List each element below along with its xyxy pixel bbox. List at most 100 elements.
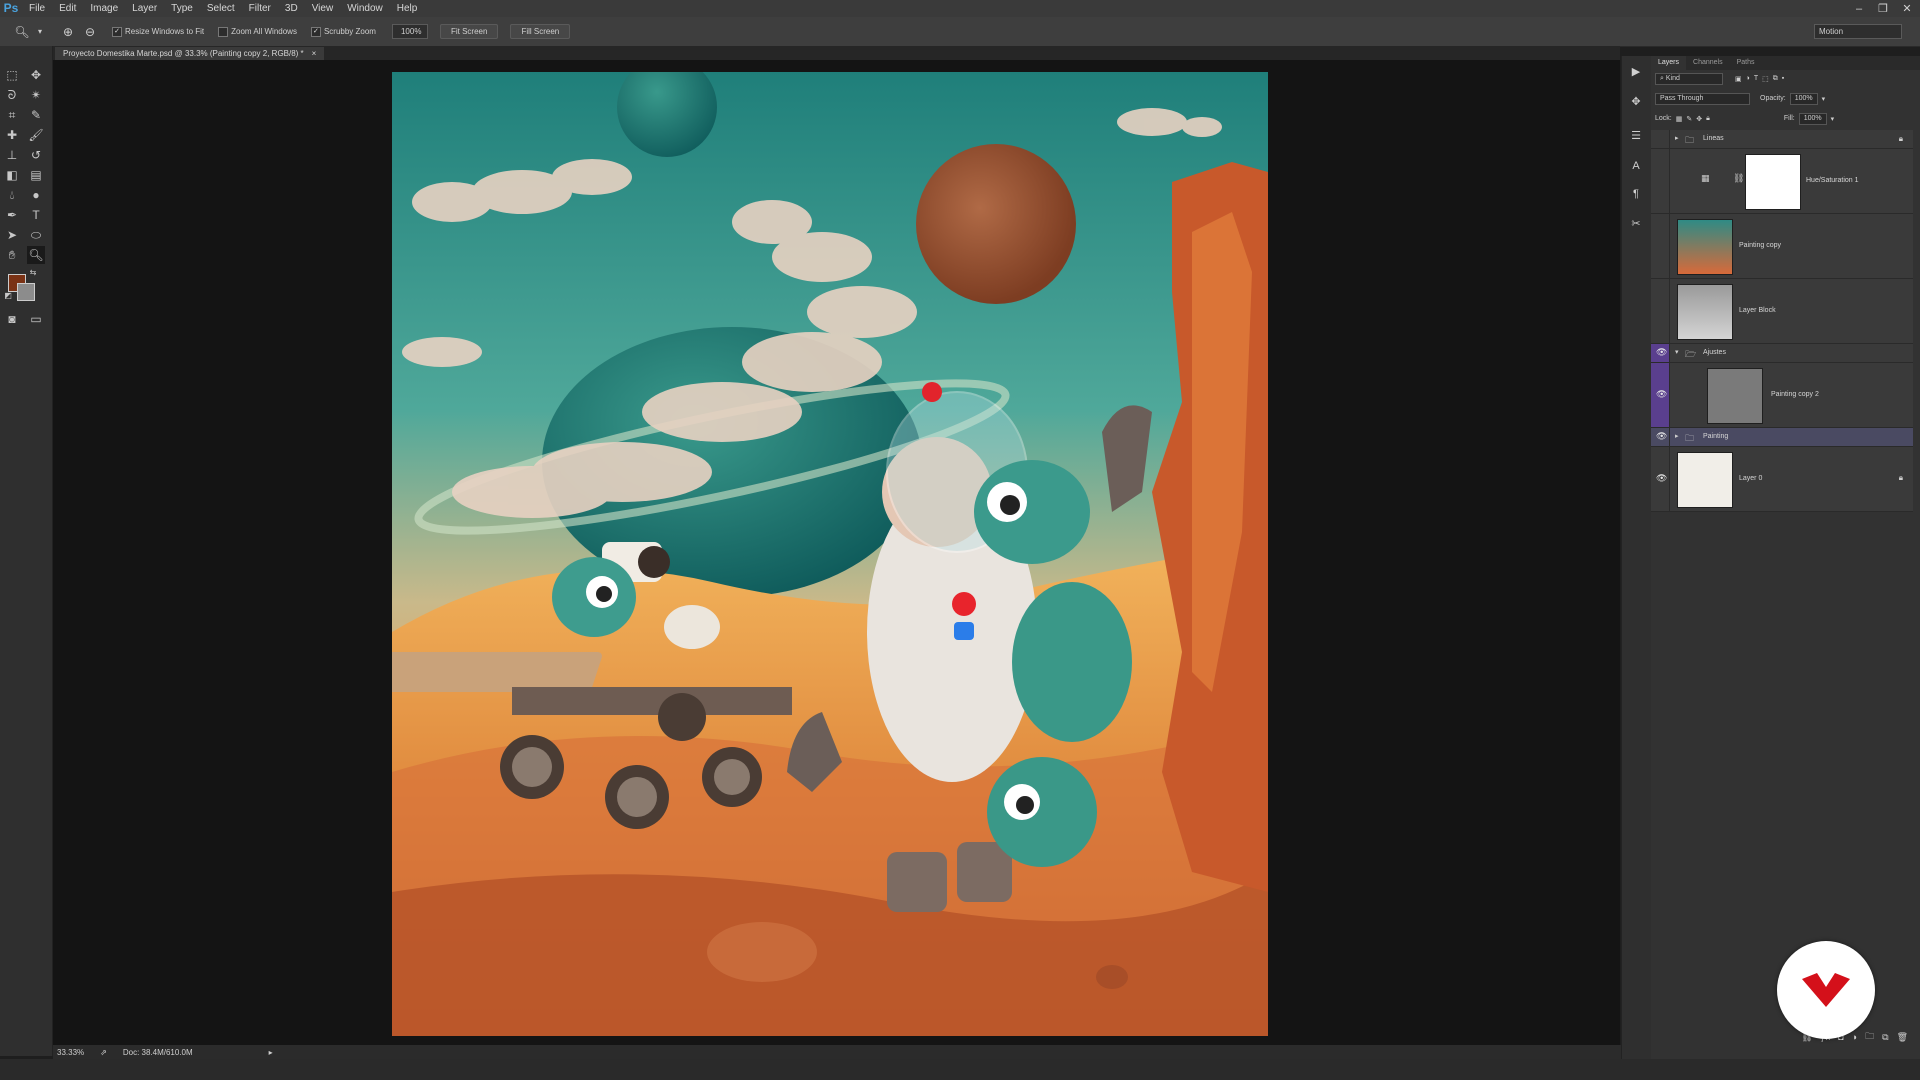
chevron-down-icon[interactable]: ▾	[1831, 115, 1835, 123]
quick-mask-icon[interactable]: ◙	[3, 310, 21, 328]
layer-group-painting[interactable]: 👁︎ ▸ 🗀︎ Painting	[1651, 428, 1913, 447]
new-layer-icon[interactable]: ⧉	[1882, 1032, 1888, 1043]
menu-edit[interactable]: Edit	[52, 0, 83, 17]
lasso-tool-icon[interactable]: ᘐ	[3, 86, 21, 104]
visibility-toggle[interactable]	[1651, 130, 1670, 148]
filter-toggle-icon[interactable]: ▪	[1782, 75, 1784, 82]
hand-tool-icon[interactable]: ✋︎	[3, 246, 21, 264]
zoom-tool-icon[interactable]: 🔍︎	[27, 246, 45, 264]
zoom-tool-icon[interactable]: 🔍︎	[14, 24, 30, 40]
checkbox-checked[interactable]: ✓	[112, 26, 122, 37]
layer-painting-copy-2[interactable]: 👁︎ Painting copy 2	[1651, 363, 1913, 428]
menu-layer[interactable]: Layer	[125, 0, 164, 17]
fill-screen-button[interactable]: Fill Screen	[510, 24, 571, 39]
menu-3d[interactable]: 3D	[278, 0, 305, 17]
visibility-toggle[interactable]	[1651, 279, 1670, 343]
chevron-down-icon[interactable]: ▾	[36, 24, 44, 40]
magic-wand-icon[interactable]: ✴	[27, 86, 45, 104]
workspace-select[interactable]: Motion	[1814, 24, 1902, 39]
resize-windows-option[interactable]: ✓ Resize Windows to Fit	[112, 26, 204, 37]
layer-hue-saturation[interactable]: ▦ ⛓ Hue/Saturation 1	[1651, 149, 1913, 214]
tab-channels[interactable]: Channels	[1686, 56, 1730, 70]
menu-type[interactable]: Type	[164, 0, 200, 17]
menu-help[interactable]: Help	[390, 0, 425, 17]
menu-view[interactable]: View	[305, 0, 341, 17]
collapse-arrow-icon[interactable]: ▾	[1675, 348, 1679, 356]
document-canvas[interactable]	[392, 72, 1268, 1036]
blur-tool-icon[interactable]: 💧︎	[3, 186, 21, 204]
scrubby-zoom-option[interactable]: ✓ Scrubby Zoom	[310, 26, 376, 37]
zoom-percent-button[interactable]: 100%	[391, 24, 428, 39]
menu-file[interactable]: File	[22, 0, 52, 17]
lock-image-icon[interactable]: ✎	[1686, 115, 1692, 123]
menu-filter[interactable]: Filter	[242, 0, 278, 17]
gradient-tool-icon[interactable]: ▤	[27, 166, 45, 184]
share-icon[interactable]: ⇗	[100, 1048, 107, 1057]
layer-mask-thumbnail[interactable]	[1745, 154, 1801, 210]
tab-paths[interactable]: Paths	[1730, 56, 1762, 70]
visibility-toggle[interactable]	[1651, 149, 1670, 213]
eyedropper-icon[interactable]: ✎	[27, 106, 45, 124]
zoom-out-icon[interactable]: ⊖	[82, 24, 98, 40]
pixel-filter-icon[interactable]: ▣	[1735, 75, 1742, 83]
link-icon[interactable]: ⛓	[1733, 173, 1744, 184]
menu-image[interactable]: Image	[83, 0, 125, 17]
stamp-tool-icon[interactable]: ⊥	[3, 146, 21, 164]
document-tab[interactable]: Proyecto Domestika Marte.psd @ 33.3% (Pa…	[55, 47, 325, 60]
type-filter-icon[interactable]: T	[1754, 75, 1758, 82]
fill-input[interactable]: 100%	[1798, 112, 1827, 125]
ellipse-tool-icon[interactable]: ⬭	[27, 226, 45, 244]
background-color-swatch[interactable]	[17, 283, 35, 301]
path-selection-icon[interactable]: ➤	[3, 226, 21, 244]
status-menu-arrow-icon[interactable]: ▸	[269, 1048, 273, 1057]
swap-colors-icon[interactable]: ⇆	[28, 268, 38, 278]
close-tab-icon[interactable]: ×	[312, 47, 317, 60]
zoom-level[interactable]: 33.33%	[57, 1048, 84, 1057]
fit-screen-button[interactable]: Fit Screen	[439, 24, 499, 39]
eraser-tool-icon[interactable]: ◧	[3, 166, 21, 184]
marquee-tool-icon[interactable]: ⬚	[3, 66, 21, 84]
crop-tool-icon[interactable]: ⌗	[3, 106, 21, 124]
layer-block[interactable]: Layer Block	[1651, 279, 1913, 344]
brush-tool-icon[interactable]: 🖌︎	[27, 126, 45, 144]
screen-mode-icon[interactable]: ▭	[27, 310, 45, 328]
smart-object-filter-icon[interactable]: ⧉	[1773, 75, 1778, 83]
kind-filter-select[interactable]: ⌕ Kind	[1655, 72, 1723, 85]
tab-layers[interactable]: Layers	[1651, 56, 1687, 70]
layer-thumbnail[interactable]	[1677, 284, 1733, 340]
close-button[interactable]: ✕	[1900, 2, 1914, 15]
blend-mode-select[interactable]: Pass Through	[1655, 92, 1750, 105]
layer-thumbnail[interactable]	[1677, 452, 1733, 508]
tool-presets-icon[interactable]: ✥	[1628, 94, 1644, 110]
visibility-toggle[interactable]: 👁︎	[1651, 447, 1670, 511]
move-tool-icon[interactable]: ✥	[27, 66, 45, 84]
opacity-input[interactable]: 100%	[1789, 92, 1818, 105]
history-brush-icon[interactable]: ↺	[27, 146, 45, 164]
layer-thumbnail[interactable]	[1677, 219, 1733, 275]
lock-position-icon[interactable]: ✥	[1696, 115, 1702, 123]
visibility-toggle[interactable]: 👁︎	[1651, 363, 1670, 427]
restore-button[interactable]: ❐	[1876, 2, 1890, 15]
adjustments-icon[interactable]: ☰	[1628, 128, 1644, 144]
zoom-all-option[interactable]: Zoom All Windows	[218, 26, 297, 37]
character-icon[interactable]: A	[1628, 158, 1644, 174]
menu-window[interactable]: Window	[340, 0, 390, 17]
lock-all-icon[interactable]: 🔒︎	[1706, 115, 1710, 123]
type-tool-icon[interactable]: T	[27, 206, 45, 224]
chevron-down-icon[interactable]: ▾	[1822, 95, 1826, 103]
expand-arrow-icon[interactable]: ▸	[1675, 134, 1679, 142]
healing-brush-icon[interactable]: ✚	[3, 126, 21, 144]
play-icon[interactable]: ▶	[1628, 64, 1644, 80]
layer-group-lineas[interactable]: ▸ 🗀︎ Lineas 🔒︎	[1651, 130, 1913, 149]
delete-layer-icon[interactable]: 🗑︎	[1897, 1032, 1908, 1043]
visibility-toggle[interactable]: 👁︎	[1651, 428, 1670, 446]
checkbox-unchecked[interactable]	[218, 26, 229, 37]
expand-arrow-icon[interactable]: ▸	[1675, 432, 1679, 440]
layer-painting-copy[interactable]: Painting copy	[1651, 214, 1913, 279]
minimize-button[interactable]: –	[1852, 3, 1866, 15]
adjustment-filter-icon[interactable]: ◑	[1746, 75, 1750, 82]
zoom-in-icon[interactable]: ⊕	[60, 24, 76, 40]
tools-icon[interactable]: ✂	[1628, 216, 1644, 232]
layer-group-ajustes[interactable]: 👁︎ ▾ 🗁︎ Ajustes	[1651, 344, 1913, 363]
layer-thumbnail[interactable]	[1707, 368, 1763, 424]
